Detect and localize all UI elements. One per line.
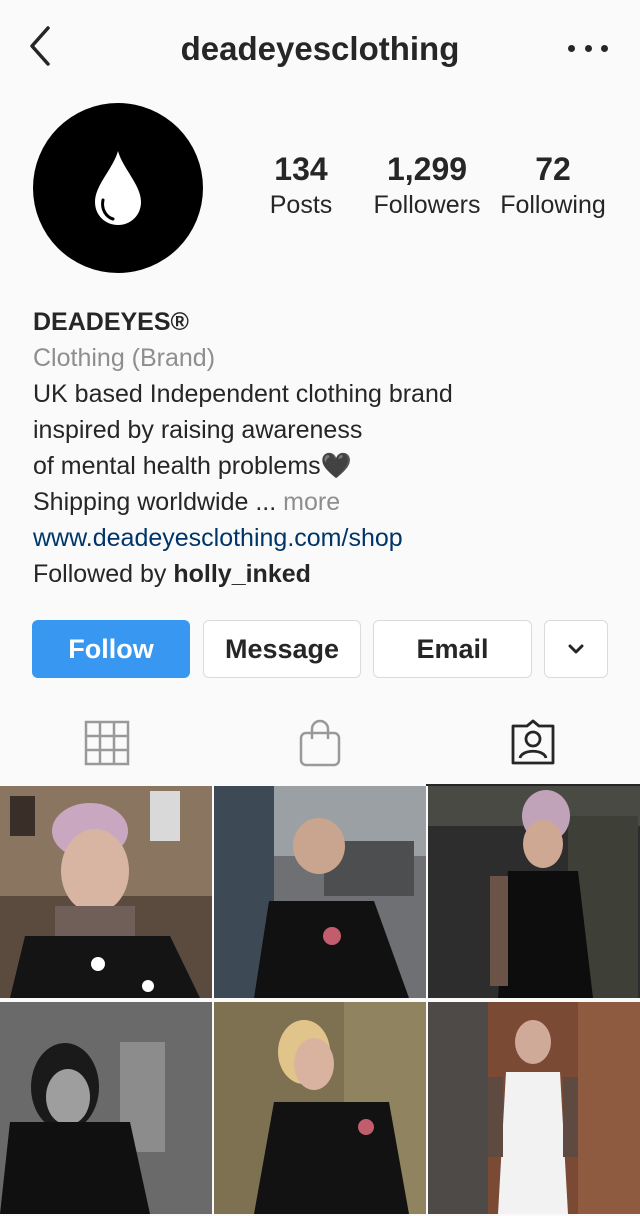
email-button[interactable]: Email [373, 620, 532, 678]
post-thumbnail[interactable] [0, 786, 212, 998]
post-photo [214, 1002, 426, 1214]
profile-category: Clothing (Brand) [33, 344, 216, 372]
suggested-accounts-dropdown-button[interactable] [544, 620, 608, 678]
top-navigation-bar: deadeyesclothing [0, 0, 640, 96]
more-horizontal-icon-dot [601, 44, 608, 52]
followers-stat[interactable]: 1,299 Followers [366, 150, 488, 223]
post-photo [0, 1002, 212, 1214]
post-photo [214, 786, 426, 998]
post-photo [0, 786, 212, 998]
bio-line-truncated: Shipping worldwide ... more [33, 484, 623, 520]
post-thumbnail[interactable] [428, 1002, 640, 1214]
following-count: 72 [535, 151, 571, 187]
message-button[interactable]: Message [203, 620, 361, 678]
profile-tabs [0, 700, 640, 786]
tab-posts-grid[interactable] [0, 700, 213, 786]
followed-by-prefix: Followed by [33, 560, 167, 588]
posts-label: Posts [269, 191, 333, 220]
follow-button[interactable]: Follow [32, 620, 190, 678]
followed-by-user-link[interactable]: holly_inked [173, 560, 311, 588]
post-thumbnail[interactable] [0, 1002, 212, 1214]
posts-grid [0, 786, 640, 1216]
post-thumbnail[interactable] [428, 786, 640, 998]
following-label: Following [500, 191, 606, 220]
profile-bio: DEADEYES® Clothing (Brand) UK based Inde… [33, 304, 623, 592]
chevron-down-icon [568, 644, 584, 654]
profile-username-title: deadeyesclothing [180, 30, 460, 67]
more-horizontal-icon [568, 44, 575, 52]
more-options-button[interactable] [568, 34, 608, 62]
posts-count: 134 [274, 151, 328, 187]
tagged-person-icon [511, 719, 555, 765]
posts-stat[interactable]: 134 Posts [246, 150, 356, 223]
following-stat[interactable]: 72 Following [493, 150, 613, 223]
followers-count: 1,299 [386, 151, 468, 187]
drop-logo-icon [95, 151, 141, 225]
post-thumbnail[interactable] [214, 1002, 426, 1214]
post-photo [428, 1002, 640, 1214]
more-horizontal-icon-dot [584, 44, 592, 52]
profile-display-name: DEADEYES® [33, 308, 189, 336]
website-link[interactable]: www.deadeyesclothing.com/shop [33, 520, 623, 556]
shopping-bag-icon [299, 719, 340, 767]
tab-tagged[interactable] [426, 700, 640, 786]
bio-line: Shipping worldwide ... [33, 488, 277, 516]
bio-line: UK based Independent clothing brand [33, 380, 453, 408]
tab-shop[interactable] [213, 700, 426, 786]
post-thumbnail[interactable] [214, 786, 426, 998]
followers-label: Followers [373, 191, 481, 220]
bio-line: of mental health problems🖤 [33, 452, 352, 480]
post-photo [428, 786, 640, 998]
grid-icon [84, 720, 129, 766]
bio-line: inspired by raising awareness [33, 416, 363, 444]
profile-avatar[interactable] [33, 103, 203, 273]
followed-by: Followed by holly_inked [33, 556, 623, 592]
bio-more-link[interactable]: more [283, 488, 340, 516]
